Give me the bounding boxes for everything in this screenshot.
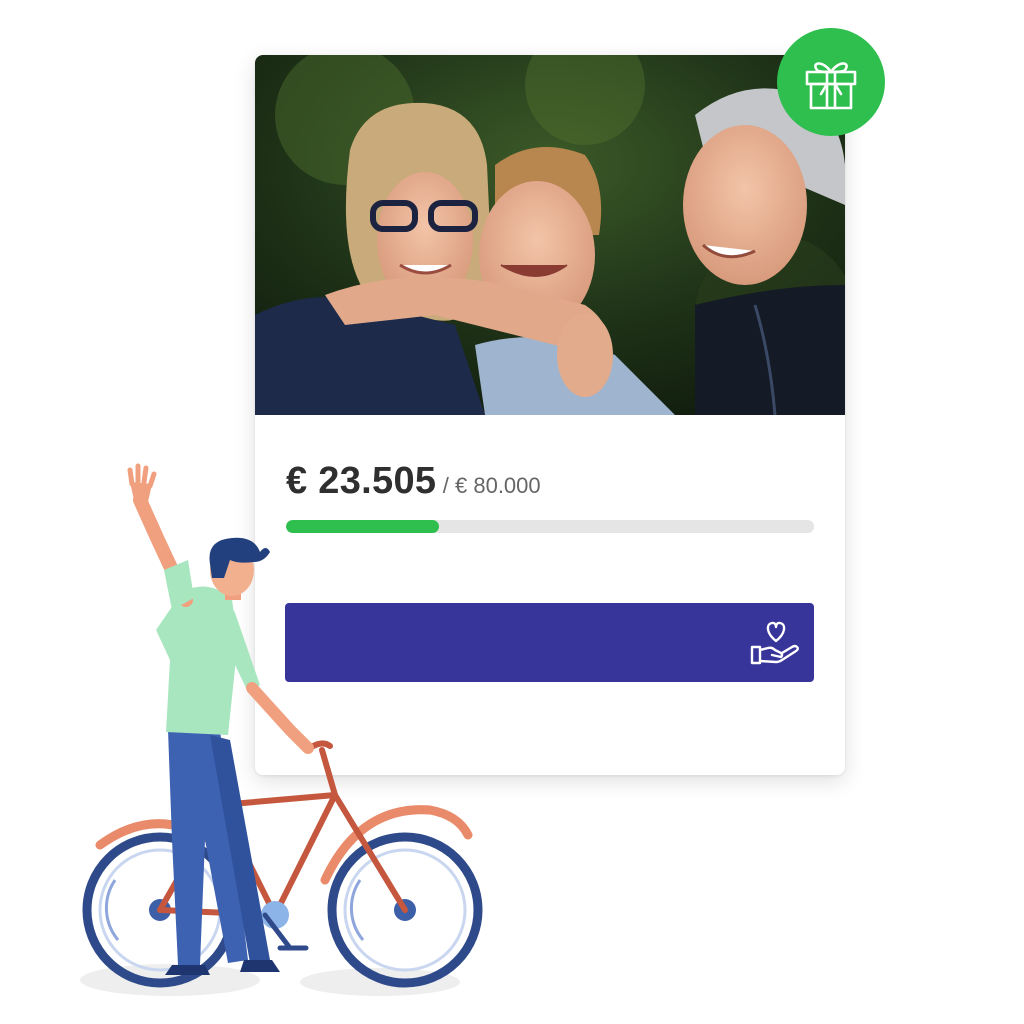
gift-icon	[805, 62, 857, 110]
gift-badge	[777, 28, 885, 136]
campaign-photo	[255, 55, 845, 415]
cyclist-illustration	[80, 463, 483, 996]
heart-in-hand-icon	[750, 621, 799, 665]
